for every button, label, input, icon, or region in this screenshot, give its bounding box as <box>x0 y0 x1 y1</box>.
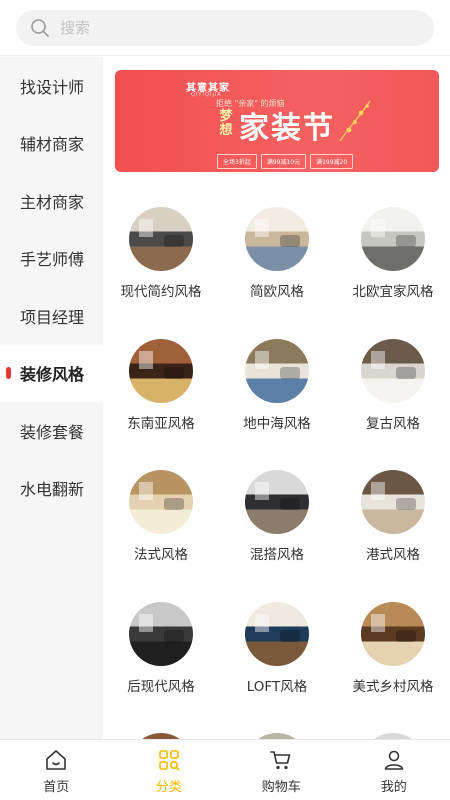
promo-tag: 满199减20 <box>310 154 354 169</box>
banner-dream-text: 梦想 <box>219 109 233 138</box>
style-item-mediterranean[interactable]: 地中海风格 <box>219 338 334 439</box>
style-label: 北欧宜家风格 <box>352 284 434 300</box>
style-label: 现代简约风格 <box>120 284 202 300</box>
style-label: 地中海风格 <box>243 415 311 432</box>
style-thumbnail-image <box>129 601 193 666</box>
style-item-loft[interactable]: LOFT风格 <box>219 601 334 702</box>
style-item-modern-minimal[interactable]: 现代简约风格 <box>103 207 218 307</box>
search-bar <box>0 0 450 56</box>
style-label: 简欧风格 <box>250 284 304 300</box>
tab-label: 我的 <box>380 780 407 795</box>
tab-cart[interactable]: 购物车 <box>225 740 338 800</box>
tab-mine[interactable]: 我的 <box>338 740 450 800</box>
tab-category[interactable]: 分类 <box>113 740 226 800</box>
style-label: 法式风格 <box>134 547 188 563</box>
tab-label: 首页 <box>43 780 70 795</box>
style-label: 美式乡村风格 <box>352 678 434 695</box>
search-input[interactable] <box>60 19 400 37</box>
sidebar-item-auxiliary-materials[interactable]: 辅材商家 <box>0 115 103 173</box>
style-label: 东南亚风格 <box>127 415 195 432</box>
tab-label: 购物车 <box>261 780 301 795</box>
style-item-simple-european[interactable]: 简欧风格 <box>219 207 334 307</box>
style-label: LOFT风格 <box>246 678 308 695</box>
style-item-post-modern[interactable]: 后现代风格 <box>103 601 218 702</box>
sidebar-item-label: 辅材商家 <box>20 135 85 155</box>
banner-promos: 全场3折起 满99减10元 满199减20 <box>217 154 354 169</box>
tab-home[interactable]: 首页 <box>0 740 113 800</box>
active-indicator <box>6 367 11 380</box>
sidebar-item-label: 找设计师 <box>20 77 85 97</box>
style-thumbnail-image <box>129 470 193 534</box>
style-thumbnail-image <box>361 601 425 666</box>
promo-tag: 全场3折起 <box>217 154 257 169</box>
style-item-mixed[interactable]: 混搭风格 <box>219 470 334 570</box>
sidebar-item-plumbing-renovation[interactable]: 水电翻新 <box>0 460 103 518</box>
style-item-american-country[interactable]: 美式乡村风格 <box>335 601 450 702</box>
style-item-french[interactable]: 法式风格 <box>103 470 218 570</box>
style-label: 复古风格 <box>366 415 420 432</box>
style-thumbnail-image <box>245 601 309 666</box>
style-thumbnail-image <box>245 338 309 403</box>
style-item-nordic-ikea[interactable]: 北欧宜家风格 <box>335 207 450 307</box>
style-thumbnail-image <box>361 470 425 534</box>
search-box[interactable] <box>16 10 434 46</box>
sidebar-item-craftsman[interactable]: 手艺师傅 <box>0 230 103 288</box>
sidebar-item-label: 水电翻新 <box>20 480 85 500</box>
style-label: 混搭风格 <box>250 547 304 563</box>
style-thumbnail-image <box>129 338 193 403</box>
style-thumbnail-image <box>361 207 425 271</box>
category-icon <box>158 750 180 771</box>
user-icon <box>384 750 404 770</box>
sidebar-item-main-materials[interactable]: 主材商家 <box>0 172 103 230</box>
category-sidebar: 找设计师 辅材商家 主材商家 手艺师傅 项目经理 装修风格 装修套餐 水电翻新 <box>0 57 103 739</box>
style-thumbnail-image <box>245 207 309 271</box>
sidebar-item-packages[interactable]: 装修套餐 <box>0 402 103 460</box>
style-thumbnail-image <box>245 470 309 534</box>
style-item-southeast-asian[interactable]: 东南亚风格 <box>103 338 218 439</box>
sidebar-item-designer[interactable]: 找设计师 <box>0 57 103 115</box>
style-label: 后现代风格 <box>127 678 195 695</box>
tab-label: 分类 <box>155 780 182 795</box>
home-icon <box>46 750 67 770</box>
style-content-panel: 其意其家 QIYIQIJIA 拒绝 "亲家" 的烦恼 梦想 家装节 全场3折起 … <box>103 57 450 739</box>
style-item-hong-kong[interactable]: 港式风格 <box>335 470 450 570</box>
promo-tag: 满99减10元 <box>260 154 307 169</box>
sidebar-item-label: 手艺师傅 <box>20 250 85 270</box>
leaf-decoration-icon <box>339 100 371 142</box>
search-icon <box>31 19 49 37</box>
promo-banner[interactable]: 其意其家 QIYIQIJIA 拒绝 "亲家" 的烦恼 梦想 家装节 全场3折起 … <box>115 70 439 172</box>
sidebar-item-label: 装修套餐 <box>20 422 85 442</box>
style-label: 港式风格 <box>366 547 420 563</box>
sidebar-item-label: 装修风格 <box>20 365 85 385</box>
banner-title: 家装节 <box>239 111 335 146</box>
style-item-retro[interactable]: 复古风格 <box>335 338 450 439</box>
sidebar-item-decoration-style[interactable]: 装修风格 <box>0 344 103 402</box>
style-thumbnail-image <box>129 207 193 271</box>
cart-icon <box>270 751 291 770</box>
sidebar-item-label: 项目经理 <box>20 307 85 327</box>
style-thumbnail-image <box>361 338 425 403</box>
bottom-tab-bar: 首页 分类 购物车 我的 <box>0 739 450 800</box>
sidebar-item-project-manager[interactable]: 项目经理 <box>0 287 103 345</box>
sidebar-item-label: 主材商家 <box>20 192 85 212</box>
